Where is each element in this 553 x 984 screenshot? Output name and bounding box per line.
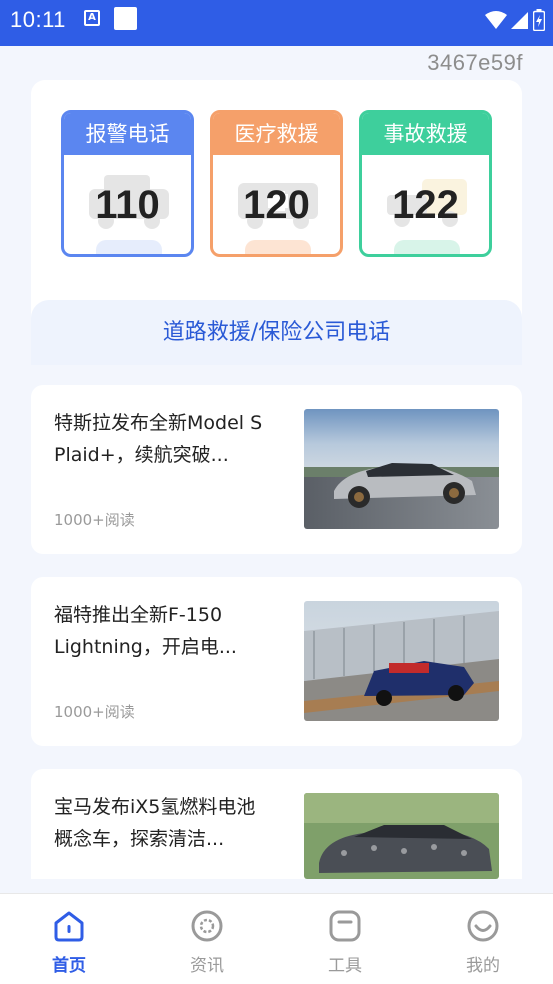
wifi-icon xyxy=(485,11,507,29)
accident-call-number: 122 xyxy=(392,183,459,227)
tools-icon xyxy=(329,910,361,942)
nav-home-label: 首页 xyxy=(52,956,86,976)
nav-tools[interactable]: 工具 xyxy=(276,894,414,984)
news-title: 福特推出全新F-150 Lightning，开启电... xyxy=(54,604,237,658)
news-read-count: 1000+阅读 xyxy=(54,703,135,721)
medical-call-card[interactable]: 医疗救援 120 xyxy=(210,110,343,257)
home-icon xyxy=(54,911,84,942)
police-card-tab xyxy=(96,240,162,254)
notification-a-icon: A xyxy=(84,10,100,26)
news-title: 宝马发布iX5氢燃料电池概念车，探索清洁... xyxy=(54,796,256,850)
police-call-card[interactable]: 报警电话 110 xyxy=(61,110,194,257)
build-code-label: 3467e59f xyxy=(427,50,523,75)
profile-icon xyxy=(467,910,499,942)
nav-profile-label: 我的 xyxy=(466,956,500,976)
nav-home[interactable]: 首页 xyxy=(0,894,138,984)
status-time: 10:11 xyxy=(10,7,66,32)
news-icon xyxy=(191,910,223,942)
news-item[interactable]: 福特推出全新F-150 Lightning，开启电... 1000+阅读 xyxy=(31,577,522,746)
accident-call-card[interactable]: 事故救援 122 xyxy=(359,110,492,257)
police-call-label: 报警电话 xyxy=(64,113,191,155)
bottom-navigation: 首页 资讯 工具 我的 xyxy=(0,893,553,984)
police-call-number: 110 xyxy=(95,183,160,227)
nav-profile[interactable]: 我的 xyxy=(414,894,552,984)
news-read-count: 1000+阅读 xyxy=(54,511,135,529)
medical-call-label: 医疗救援 xyxy=(213,113,340,155)
ford-f150-lightning-image xyxy=(304,601,499,721)
status-bar: 10:11 A xyxy=(0,0,553,46)
accident-call-label: 事故救援 xyxy=(362,113,489,155)
notification-square-icon xyxy=(114,7,137,30)
nav-tools-label: 工具 xyxy=(328,956,362,976)
news-item[interactable]: 宝马发布iX5氢燃料电池概念车，探索清洁... xyxy=(31,769,522,879)
medical-card-tab xyxy=(245,240,311,254)
tesla-model-s-image xyxy=(304,409,499,529)
battery-icon xyxy=(533,9,545,31)
accident-card-tab xyxy=(394,240,460,254)
nav-news-label: 资讯 xyxy=(190,956,224,976)
news-title: 特斯拉发布全新Model S Plaid+，续航突破... xyxy=(54,412,263,466)
emergency-contacts-card: 报警电话 110 医疗救援 120 事故救援 122 道路救援/保险公司电话 xyxy=(31,80,522,365)
bmw-ix5-hydrogen-image xyxy=(304,793,499,879)
medical-call-number: 120 xyxy=(243,183,310,227)
nav-news[interactable]: 资讯 xyxy=(138,894,276,984)
news-item[interactable]: 特斯拉发布全新Model S Plaid+，续航突破... 1000+阅读 xyxy=(31,385,522,554)
signal-icon xyxy=(511,12,528,29)
road-rescue-insurance-button[interactable]: 道路救援/保险公司电话 xyxy=(31,300,522,365)
